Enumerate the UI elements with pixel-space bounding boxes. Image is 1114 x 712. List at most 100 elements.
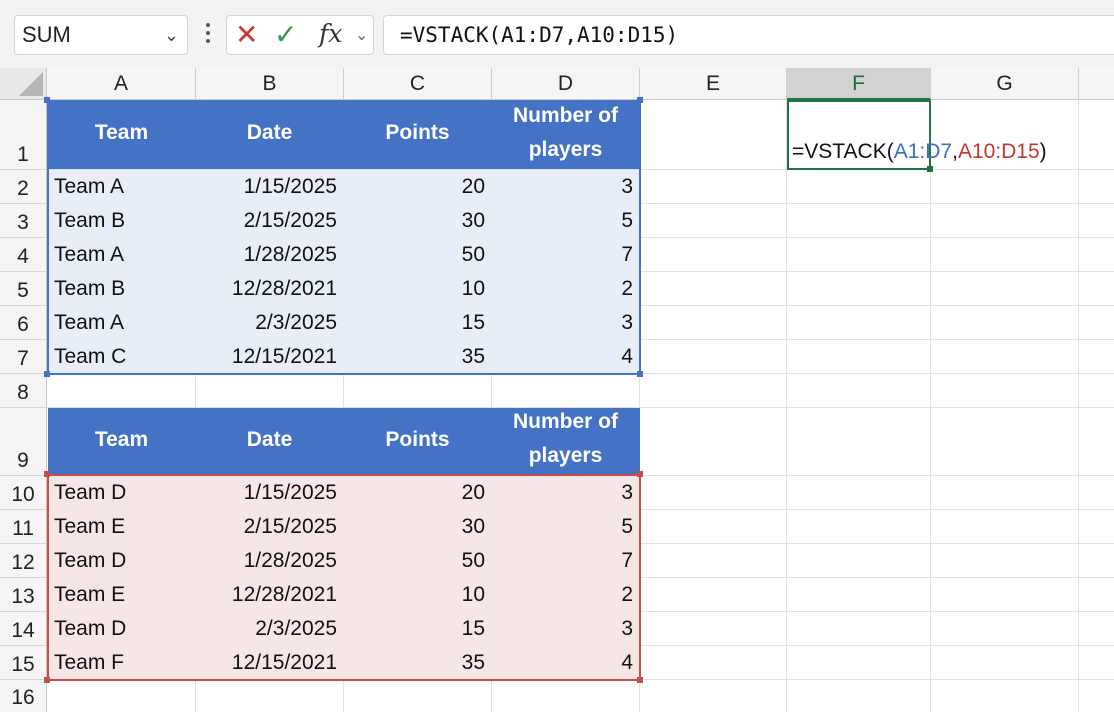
row-header-6[interactable]: 6 [0,306,47,340]
table1-date-cell[interactable]: 2/15/2025 [196,204,343,238]
chevron-down-icon[interactable]: ⌄ [164,16,179,54]
table2-header-team[interactable]: Team [48,428,195,452]
range-handle[interactable] [44,677,50,683]
row-header-5[interactable]: 5 [0,272,47,306]
range-handle[interactable] [637,677,643,683]
range-handle[interactable] [44,97,50,103]
table2-header-points[interactable]: Points [344,428,491,452]
row-header-16[interactable]: 16 [0,680,47,712]
table1-team-cell[interactable]: Team A [48,170,195,204]
table1-date-cell[interactable]: 12/28/2021 [196,272,343,306]
table1-team-cell[interactable]: Team C [48,340,195,374]
name-box[interactable]: SUM ⌄ [14,15,188,55]
table2-date-cell[interactable]: 1/15/2025 [196,476,343,510]
table2-points-cell[interactable]: 50 [344,544,491,578]
row-header-14[interactable]: 14 [0,612,47,646]
table1-players-cell[interactable]: 3 [492,306,639,340]
table1-team-cell[interactable]: Team B [48,204,195,238]
row-header-13[interactable]: 13 [0,578,47,612]
table1-points-cell[interactable]: 30 [344,204,491,238]
table1-team-cell[interactable]: Team A [48,238,195,272]
active-cell-formula[interactable]: =VSTACK(A1:D7,A10:D15) [792,140,1047,164]
column-header-c[interactable]: C [344,68,492,100]
table1-points-cell[interactable]: 10 [344,272,491,306]
table2-points-cell[interactable]: 30 [344,510,491,544]
table2-date-cell[interactable]: 2/3/2025 [196,612,343,646]
table2-team-cell[interactable]: Team F [48,646,195,680]
table1-team-cell[interactable]: Team B [48,272,195,306]
row-header-10[interactable]: 10 [0,476,47,510]
table1-header-players-line2[interactable]: players [492,138,639,162]
more-options-icon[interactable] [201,20,215,50]
table2-team-cell[interactable]: Team D [48,612,195,646]
range-handle[interactable] [44,471,50,477]
column-header-d[interactable]: D [492,68,640,100]
row-header-7[interactable]: 7 [0,340,47,374]
table1-team-cell[interactable]: Team A [48,306,195,340]
table1-points-cell[interactable]: 20 [344,170,491,204]
insert-function-icon[interactable]: fx [319,19,342,48]
table1-points-cell[interactable]: 50 [344,238,491,272]
column-header-e[interactable]: E [640,68,787,100]
table1-players-cell[interactable]: 4 [492,340,639,374]
table2-players-cell[interactable]: 3 [492,612,639,646]
table2-team-cell[interactable]: Team E [48,578,195,612]
select-all-button[interactable] [0,68,47,100]
table1-players-cell[interactable]: 3 [492,170,639,204]
table2-points-cell[interactable]: 35 [344,646,491,680]
enter-icon[interactable]: ✓ [274,20,297,50]
table2-points-cell[interactable]: 20 [344,476,491,510]
table2-players-cell[interactable]: 5 [492,510,639,544]
row-header-9[interactable]: 9 [0,408,47,476]
column-header-g[interactable]: G [931,68,1079,100]
row-header-8[interactable]: 8 [0,374,47,408]
table2-header-players-line2[interactable]: players [492,444,639,468]
table2-points-cell[interactable]: 10 [344,578,491,612]
table1-header-points[interactable]: Points [344,121,491,145]
row-header-15[interactable]: 15 [0,646,47,680]
table2-header-players-line1[interactable]: Number of [492,410,639,434]
table2-date-cell[interactable]: 2/15/2025 [196,510,343,544]
table2-players-cell[interactable]: 7 [492,544,639,578]
table2-players-cell[interactable]: 4 [492,646,639,680]
row-header-3[interactable]: 3 [0,204,47,238]
table1-date-cell[interactable]: 1/15/2025 [196,170,343,204]
table1-players-cell[interactable]: 2 [492,272,639,306]
table1-points-cell[interactable]: 15 [344,306,491,340]
table1-points-cell[interactable]: 35 [344,340,491,374]
table1-header-date[interactable]: Date [196,121,343,145]
table1-date-cell[interactable]: 12/15/2021 [196,340,343,374]
table1-date-cell[interactable]: 1/28/2025 [196,238,343,272]
range-handle[interactable] [637,97,643,103]
column-header-a[interactable]: A [47,68,196,100]
table2-points-cell[interactable]: 15 [344,612,491,646]
table2-header-date[interactable]: Date [196,428,343,452]
table1-header-players-line1[interactable]: Number of [492,104,639,128]
row-header-1[interactable]: 1 [0,100,47,170]
range-handle[interactable] [637,371,643,377]
table1-players-cell[interactable]: 5 [492,204,639,238]
chevron-down-icon[interactable]: ⌄ [355,25,368,45]
row-header-2[interactable]: 2 [0,170,47,204]
table1-players-cell[interactable]: 7 [492,238,639,272]
table2-team-cell[interactable]: Team D [48,544,195,578]
range-handle[interactable] [44,371,50,377]
table2-players-cell[interactable]: 2 [492,578,639,612]
row-header-12[interactable]: 12 [0,544,47,578]
formula-input[interactable]: =VSTACK(A1:D7,A10:D15) [383,15,1114,55]
range-handle[interactable] [637,471,643,477]
row-header-11[interactable]: 11 [0,510,47,544]
cancel-icon[interactable]: ✕ [235,21,258,49]
table2-date-cell[interactable]: 12/28/2021 [196,578,343,612]
table2-date-cell[interactable]: 12/15/2021 [196,646,343,680]
table2-team-cell[interactable]: Team E [48,510,195,544]
column-header-h[interactable] [1079,68,1114,100]
column-header-b[interactable]: B [196,68,344,100]
table2-date-cell[interactable]: 1/28/2025 [196,544,343,578]
table2-players-cell[interactable]: 3 [492,476,639,510]
row-header-4[interactable]: 4 [0,238,47,272]
table2-team-cell[interactable]: Team D [48,476,195,510]
column-header-f[interactable]: F [787,68,931,100]
table1-header-team[interactable]: Team [48,121,195,145]
table1-date-cell[interactable]: 2/3/2025 [196,306,343,340]
